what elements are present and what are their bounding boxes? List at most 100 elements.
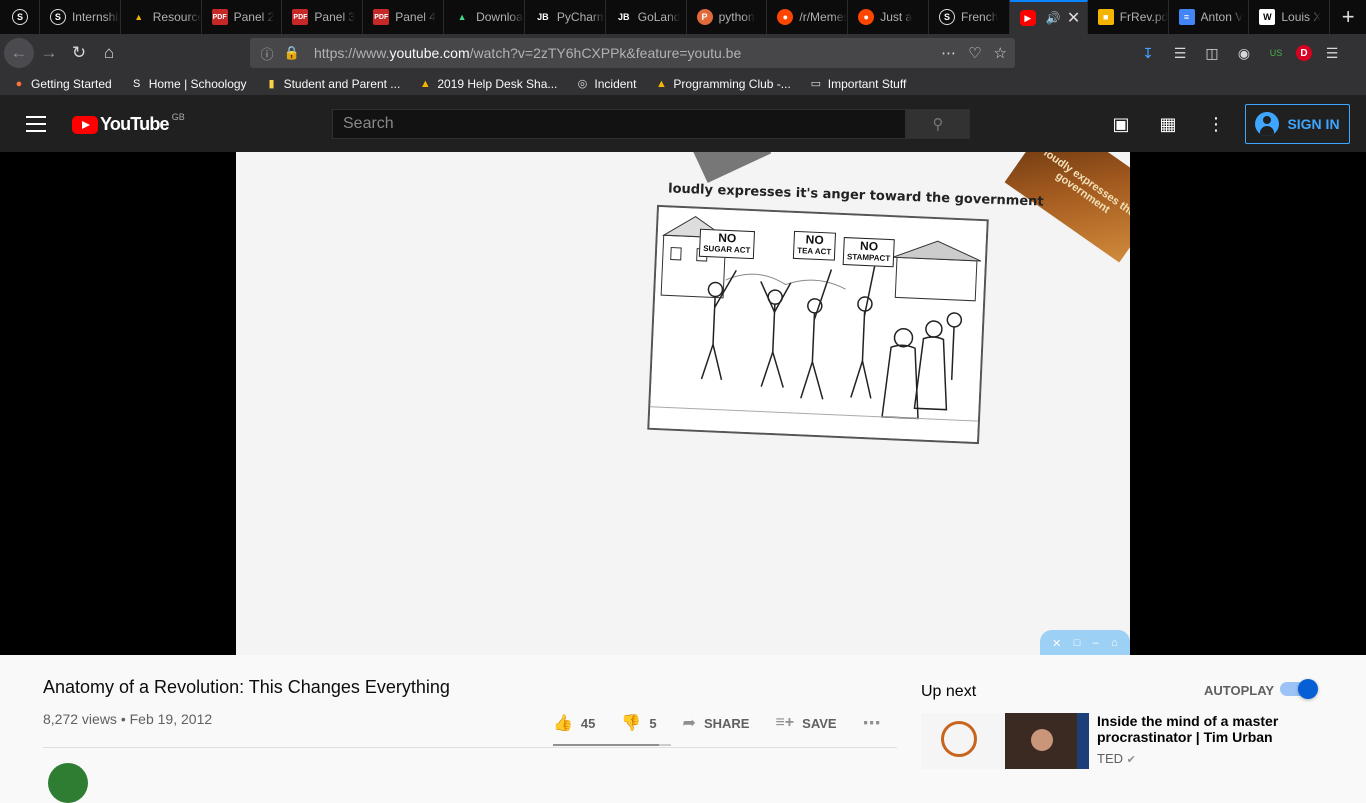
browser-tab[interactable]: JB PyCharm	[525, 0, 606, 34]
sidebar-icon[interactable]: ◫	[1200, 41, 1224, 65]
lock-icon[interactable]: 🔒	[280, 45, 304, 61]
tab-label: Panel 4	[395, 10, 436, 24]
tab-label: /r/Memes	[799, 10, 848, 24]
info-icon[interactable]: ⓘ	[254, 44, 280, 63]
download-icon[interactable]: ↧	[1136, 41, 1160, 65]
reload-button[interactable]: ↻	[64, 38, 94, 68]
home-icon[interactable]: ⌂	[1111, 637, 1118, 649]
new-tab-button[interactable]: +	[1330, 0, 1366, 34]
thumbs-down-icon: 👎	[621, 715, 642, 732]
next-video-channel[interactable]: TED ✔	[1097, 751, 1136, 766]
library-icon[interactable]: ☰	[1168, 41, 1192, 65]
url-bar[interactable]: ⓘ 🔒 https://www.youtube.com/watch?v=2zTY…	[250, 38, 1015, 68]
autoplay-label: AUTOPLAY	[1204, 683, 1275, 698]
tab-label: FrRev.pdf	[1119, 10, 1168, 24]
share-button[interactable]: ➦ SHARE	[683, 713, 750, 733]
bookmark-item[interactable]: ● Getting Started	[12, 77, 112, 91]
verified-icon: ✔	[1126, 754, 1136, 766]
browser-tab[interactable]: ■ FrRev.pdf	[1088, 0, 1169, 34]
next-video-thumbnail[interactable]	[921, 713, 1089, 769]
browser-tab[interactable]: ● /r/Memes	[767, 0, 849, 34]
create-video-icon[interactable]: ▣	[1109, 112, 1133, 136]
schoology-icon: S	[12, 9, 28, 25]
video-frame[interactable]: loudly expresses the government loudly e…	[236, 152, 1130, 655]
youtube-icon: ▶	[1019, 10, 1036, 26]
sentiment-bar	[553, 744, 671, 746]
bookmark-item[interactable]: ▲ Programming Club -...	[654, 77, 791, 91]
account-icon[interactable]: ◉	[1232, 41, 1256, 65]
bookmark-item[interactable]: ◎ Incident	[575, 77, 637, 91]
browser-tab[interactable]: PDF Panel 3	[282, 0, 364, 34]
page-actions-icon[interactable]: ⋯	[941, 44, 956, 62]
sign-in-button[interactable]: SIGN IN	[1245, 104, 1350, 144]
presentation-controls[interactable]: ✕ □ – ⌂	[1040, 630, 1130, 655]
home-button[interactable]: ⌂	[94, 38, 124, 68]
channel-avatar[interactable]	[48, 763, 88, 803]
speaker-icon[interactable]: 🔊	[1046, 11, 1061, 25]
upload-date: Feb 19, 2012	[129, 711, 213, 727]
browser-tab[interactable]: PDF Panel 2	[202, 0, 283, 34]
autoplay-toggle[interactable]	[1280, 679, 1318, 699]
like-button[interactable]: 👍 45	[553, 713, 595, 733]
search-button[interactable]: ⚲	[906, 109, 970, 139]
folder-icon: ▭	[810, 78, 821, 90]
tab-label: Internship	[71, 10, 120, 24]
vpn-extension-icon[interactable]: US	[1264, 41, 1288, 65]
view-count: 8,272 views	[43, 711, 117, 727]
browser-tab[interactable]: ≡ Anton V	[1169, 0, 1250, 34]
search-input[interactable]: Search	[332, 109, 906, 139]
more-actions-button[interactable]: ⋯	[863, 713, 881, 734]
android-icon: ▲	[457, 12, 467, 22]
next-video-title[interactable]: Inside the mind of a master procrastinat…	[1097, 713, 1287, 745]
apps-grid-icon[interactable]: ▦	[1156, 112, 1180, 136]
bookmark-item[interactable]: ▭ Important Stuff	[809, 77, 907, 91]
close-icon[interactable]: ✕	[1052, 637, 1061, 650]
browser-tab[interactable]: S French	[929, 0, 1010, 34]
playlist-add-icon: ≡+	[775, 714, 795, 731]
forward-button[interactable]: →	[34, 38, 64, 68]
browser-tab[interactable]: PDF Panel 4	[363, 0, 445, 34]
browser-tab[interactable]: ● Just a	[848, 0, 930, 34]
menu-icon[interactable]: ☰	[1320, 41, 1344, 65]
python-icon: P	[696, 9, 713, 25]
dislike-button[interactable]: 👎 5	[621, 713, 656, 733]
sign-in-label: SIGN IN	[1287, 116, 1340, 132]
browser-tab[interactable]: JB GoLand	[606, 0, 687, 34]
google-drive-icon: ▲	[655, 77, 667, 90]
guide-menu-icon[interactable]	[26, 116, 46, 132]
tab-label: Panel 2	[233, 10, 275, 24]
browser-tab[interactable]: ▶ 🔊 ✕	[1009, 0, 1088, 34]
browser-tab[interactable]: ▲ Download	[444, 0, 525, 34]
protest-cartoon: NO SUGAR ACT NO TEA ACT NO STAMPACT	[647, 204, 989, 445]
zoom-icon[interactable]: □	[1074, 637, 1081, 649]
video-player[interactable]: loudly expresses the government loudly e…	[0, 152, 1366, 655]
pocket-icon[interactable]: ♡	[968, 44, 981, 62]
url-text[interactable]: https://www.youtube.com/watch?v=2zTY6hCX…	[314, 45, 741, 61]
browser-tab[interactable]: S Internship	[40, 0, 121, 34]
browser-tab[interactable]: ▲ Resources	[121, 0, 202, 34]
bookmark-label: Important Stuff	[827, 76, 907, 91]
youtube-logo[interactable]: YouTube GB	[72, 112, 185, 135]
profile-avatar[interactable]: D	[1296, 45, 1312, 61]
save-button[interactable]: ≡+ SAVE	[775, 714, 836, 732]
protest-sign-tea-act: NO TEA ACT	[792, 230, 837, 261]
bookmark-star-icon[interactable]: ☆	[994, 44, 1007, 62]
reddit-icon: ●	[858, 9, 875, 25]
bookmark-label: Student and Parent ...	[283, 76, 401, 91]
bookmark-item[interactable]: ▮ Student and Parent ...	[265, 77, 401, 91]
bookmark-item[interactable]: ▲ 2019 Help Desk Sha...	[418, 76, 558, 91]
bookmark-label: 2019 Help Desk Sha...	[437, 76, 558, 91]
browser-tab[interactable]: W Louis X	[1249, 0, 1331, 34]
tab-label: python	[718, 10, 755, 24]
browser-tab[interactable]: S	[0, 0, 40, 34]
minus-icon[interactable]: –	[1093, 637, 1099, 649]
close-tab-icon[interactable]: ✕	[1067, 8, 1080, 28]
browser-tab[interactable]: Ppython	[687, 0, 768, 34]
bookmark-item[interactable]: S Home | Schoology	[130, 77, 247, 91]
settings-more-icon[interactable]: ⋮	[1204, 112, 1228, 136]
like-count: 45	[580, 715, 596, 731]
tab-label: Download	[476, 10, 524, 24]
back-button[interactable]: ←	[4, 38, 34, 68]
doc-icon: ▮	[268, 78, 275, 90]
wikipedia-icon: W	[1259, 9, 1276, 25]
